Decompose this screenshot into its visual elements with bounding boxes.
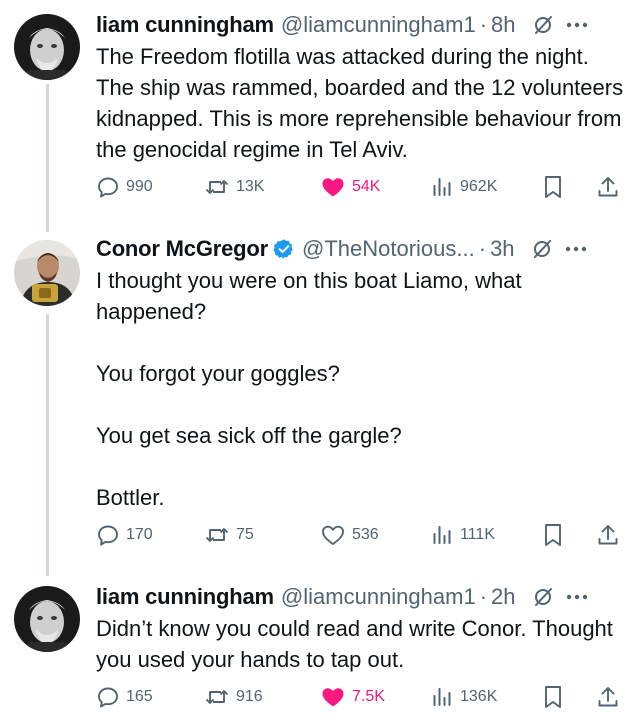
views-button[interactable]: 136K — [430, 682, 497, 712]
repost-count: 75 — [236, 526, 254, 543]
author-handle[interactable]: @liamcunningham1 — [281, 8, 476, 42]
repost-icon — [204, 685, 230, 709]
share-button[interactable] — [596, 682, 620, 712]
repost-icon — [204, 175, 230, 199]
like-button[interactable]: 54K — [320, 172, 380, 202]
avatar[interactable] — [14, 586, 80, 652]
timestamp[interactable]: 8h — [491, 8, 515, 42]
author-handle[interactable]: @liamcunningham1 — [281, 580, 476, 614]
more-options-icon[interactable] — [566, 22, 588, 28]
repost-icon — [204, 523, 230, 547]
tweet-header: liam cunningham @liamcunningham1 · 2h — [96, 580, 632, 614]
bookmark-icon — [542, 684, 564, 710]
verified-badge-icon — [273, 238, 295, 260]
bookmark-button[interactable] — [542, 172, 564, 202]
views-count: 111K — [460, 526, 495, 543]
separator-dot: · — [479, 584, 488, 609]
action-bar: 170 75 536 111K — [96, 520, 626, 550]
more-options-icon[interactable] — [566, 594, 588, 600]
avatar[interactable] — [14, 240, 80, 306]
separator-dot: · — [478, 236, 487, 261]
like-count: 7.5K — [352, 688, 385, 705]
views-button[interactable]: 111K — [430, 520, 495, 550]
tweet-text: The Freedom flotilla was attacked during… — [96, 44, 630, 162]
heart-outline-icon — [320, 523, 346, 547]
reply-icon — [96, 175, 120, 199]
like-count: 54K — [352, 178, 381, 195]
views-icon — [430, 523, 454, 547]
repost-button[interactable]: 13K — [204, 172, 264, 202]
bookmark-button[interactable] — [542, 682, 564, 712]
views-count: 962K — [460, 178, 498, 195]
tweet-header: Conor McGregor @TheNotorious... · 3h — [96, 232, 632, 266]
reply-count: 165 — [126, 688, 153, 705]
like-count: 536 — [352, 526, 379, 543]
grok-icon[interactable] — [531, 238, 553, 260]
more-options-icon[interactable] — [565, 246, 587, 252]
reply-icon — [96, 685, 120, 709]
repost-count: 916 — [236, 688, 263, 705]
views-button[interactable]: 962K — [430, 172, 497, 202]
tweet[interactable]: liam cunningham @liamcunningham1 · 8h Th… — [0, 8, 640, 208]
avatar[interactable] — [14, 14, 80, 80]
share-icon — [596, 684, 620, 710]
tweet[interactable]: Conor McGregor @TheNotorious... · 3h I t… — [0, 232, 640, 562]
reply-count: 990 — [126, 178, 153, 195]
bookmark-button[interactable] — [542, 520, 564, 550]
like-button[interactable]: 536 — [320, 520, 379, 550]
author-handle[interactable]: @TheNotorious... — [302, 232, 475, 266]
repost-count: 13K — [236, 178, 265, 195]
timestamp[interactable]: 3h — [490, 232, 514, 266]
repost-button[interactable]: 75 — [204, 520, 254, 550]
heart-filled-icon — [320, 685, 346, 709]
share-icon — [596, 174, 620, 200]
tweet[interactable]: liam cunningham @liamcunningham1 · 2h Di… — [0, 580, 640, 724]
bookmark-icon — [542, 522, 564, 548]
reply-icon — [96, 523, 120, 547]
views-count: 136K — [460, 688, 498, 705]
separator-dot: · — [479, 12, 488, 37]
tweet-text: I thought you were on this boat Liamo, w… — [96, 268, 522, 510]
reply-button[interactable]: 170 — [96, 520, 153, 550]
reply-button[interactable]: 165 — [96, 682, 153, 712]
heart-filled-icon — [320, 175, 346, 199]
reply-count: 170 — [126, 526, 153, 543]
repost-button[interactable]: 916 — [204, 682, 263, 712]
action-bar: 990 13K 54K 962K — [96, 172, 626, 202]
author-name[interactable]: liam cunningham — [96, 580, 274, 614]
grok-icon[interactable] — [532, 14, 554, 36]
reply-button[interactable]: 990 — [96, 172, 153, 202]
share-button[interactable] — [596, 520, 620, 550]
timestamp[interactable]: 2h — [491, 580, 515, 614]
views-icon — [430, 175, 454, 199]
share-icon — [596, 522, 620, 548]
action-bar: 165 916 7.5K 136K — [96, 682, 626, 712]
tweet-header: liam cunningham @liamcunningham1 · 8h — [96, 8, 632, 42]
author-name[interactable]: liam cunningham — [96, 8, 274, 42]
share-button[interactable] — [596, 172, 620, 202]
tweet-text: Didn’t know you could read and write Con… — [96, 616, 620, 672]
author-name[interactable]: Conor McGregor — [96, 232, 268, 266]
views-icon — [430, 685, 454, 709]
bookmark-icon — [542, 174, 564, 200]
like-button[interactable]: 7.5K — [320, 682, 385, 712]
grok-icon[interactable] — [532, 586, 554, 608]
